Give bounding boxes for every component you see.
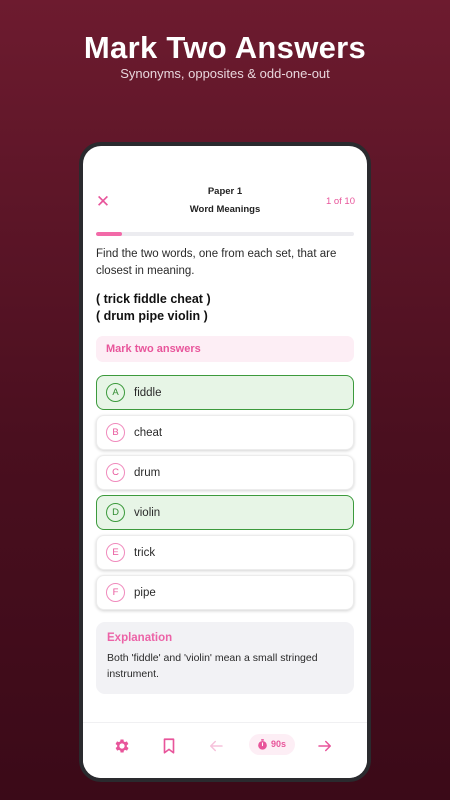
word-set-2: ( drum pipe violin ) xyxy=(96,309,208,323)
option-letter-badge: D xyxy=(106,503,125,522)
explanation-card: Explanation Both 'fiddle' and 'violin' m… xyxy=(96,622,354,694)
option-letter-badge: B xyxy=(106,423,125,442)
explanation-body: Both 'fiddle' and 'violin' mean a small … xyxy=(107,652,318,680)
option-text: pipe xyxy=(134,587,156,599)
paper-title: Paper 1 xyxy=(207,186,243,197)
app-screen: ✕ Paper 1 Word Meanings 1 of 10 Find the… xyxy=(83,146,367,778)
option-letter-badge: A xyxy=(106,383,125,402)
timer-text: 90s xyxy=(271,739,287,749)
option-text: cheat xyxy=(134,427,163,439)
option-text: violin xyxy=(134,507,161,519)
option-letter-badge: C xyxy=(106,463,125,482)
word-set-1: ( trick fiddle cheat ) xyxy=(96,292,211,306)
timer-badge: 90s xyxy=(249,734,295,755)
option-text: fiddle xyxy=(134,387,162,399)
instruction-banner: Mark two answers xyxy=(96,336,354,362)
phone-frame: ✕ Paper 1 Word Meanings 1 of 10 Find the… xyxy=(79,142,371,782)
question-prompt: Find the two words, one from each set, t… xyxy=(96,248,337,277)
answer-option[interactable]: C drum xyxy=(96,455,354,490)
answer-option[interactable]: A fiddle xyxy=(96,375,354,410)
arrow-left-icon[interactable] xyxy=(207,737,225,755)
progress-bar xyxy=(96,232,354,236)
bottom-toolbar: 90s xyxy=(83,722,367,778)
question-counter: 1 of 10 xyxy=(325,196,355,207)
bookmark-icon[interactable] xyxy=(160,737,178,755)
answer-option[interactable]: B cheat xyxy=(96,415,354,450)
answer-option[interactable]: F pipe xyxy=(96,575,354,610)
stopwatch-icon xyxy=(258,739,267,750)
option-letter-badge: F xyxy=(106,583,125,602)
topic-title: Word Meanings xyxy=(189,204,261,215)
answer-option[interactable]: D violin xyxy=(96,495,354,530)
hero-subtitle: Synonyms, opposites & odd-one-out xyxy=(120,66,330,81)
option-letter-badge: E xyxy=(106,543,125,562)
answer-option[interactable]: E trick xyxy=(96,535,354,570)
option-text: drum xyxy=(134,467,161,479)
progress-bar-fill xyxy=(96,232,122,236)
arrow-right-icon[interactable] xyxy=(316,737,334,755)
gear-icon[interactable] xyxy=(113,737,131,755)
option-text: trick xyxy=(134,547,156,559)
answer-options: A fiddle B cheat C drum D violin E trick… xyxy=(96,375,354,615)
hero-title: Mark Two Answers xyxy=(83,30,367,65)
explanation-title: Explanation xyxy=(107,632,173,644)
